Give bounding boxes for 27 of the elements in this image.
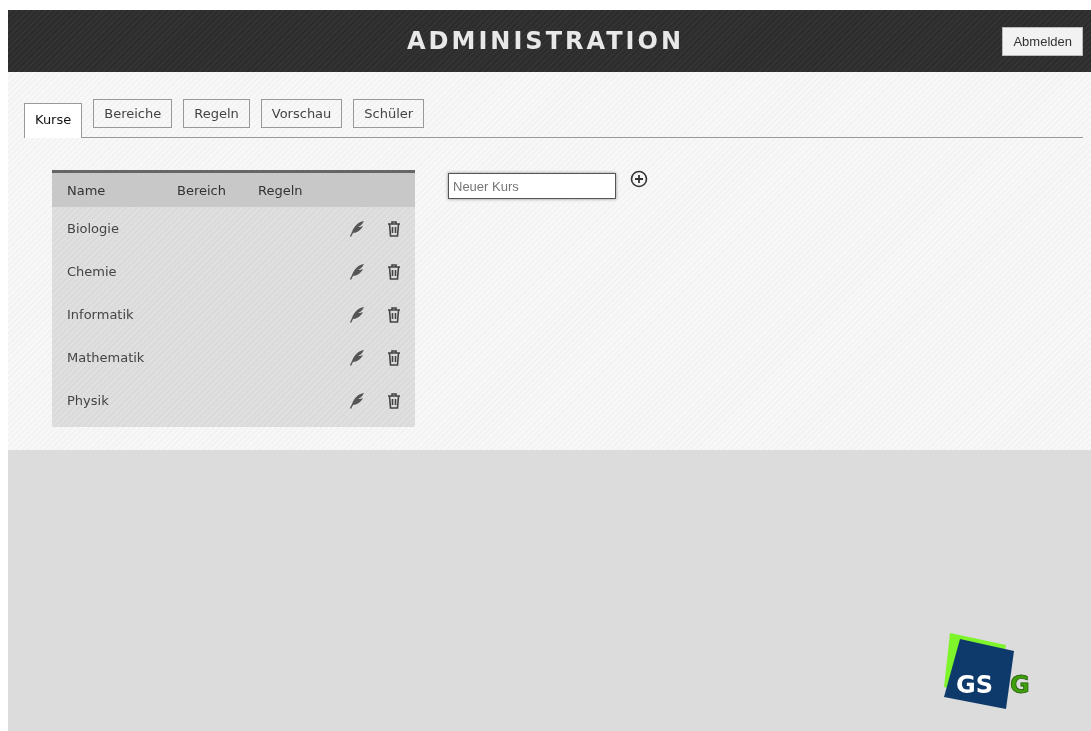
- table-cell-text: Chemie: [67, 264, 118, 279]
- quill-icon[interactable]: [349, 219, 367, 238]
- tab[interactable]: Vorschau: [260, 99, 343, 128]
- column-header: Name: [67, 182, 107, 198]
- tab[interactable]: Schüler: [353, 99, 425, 128]
- quill-icon[interactable]: [349, 348, 367, 367]
- quill-icon[interactable]: [349, 262, 367, 281]
- trash-icon[interactable]: [385, 348, 403, 367]
- table-cell-text: Physik: [67, 393, 110, 408]
- tab[interactable]: Regeln: [183, 99, 250, 128]
- page-title: ADMINISTRATION: [407, 27, 684, 55]
- add-icon[interactable]: [630, 170, 648, 188]
- tab[interactable]: Bereiche: [93, 99, 173, 128]
- trash-icon[interactable]: [385, 305, 403, 324]
- trash-icon[interactable]: [385, 262, 403, 281]
- quill-icon[interactable]: [349, 391, 367, 410]
- quill-icon[interactable]: [349, 305, 367, 324]
- table-cell-text: Biologie: [67, 221, 120, 236]
- column-header: Bereich: [177, 182, 227, 198]
- trash-icon[interactable]: [385, 219, 403, 238]
- table-cell-text: Informatik: [67, 307, 135, 322]
- table-cell-text: Mathematik: [67, 350, 146, 365]
- column-header: Regeln: [258, 182, 303, 198]
- logout-button[interactable]: Abmelden: [1002, 26, 1083, 56]
- trash-icon[interactable]: [385, 391, 403, 410]
- tab[interactable]: Kurse: [24, 103, 83, 138]
- input-field[interactable]: Neuer Kurs: [448, 173, 616, 199]
